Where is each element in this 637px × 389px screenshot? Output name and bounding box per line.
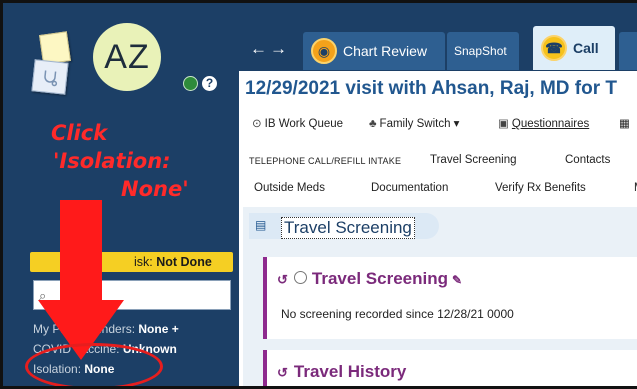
back-forward-arrows[interactable]: ←→ [250,39,290,59]
encounter-main: 12/29/2021 visit with Ahsan, Raj, MD for… [239,71,637,386]
nav-outside-meds[interactable]: Outside Meds [254,182,325,194]
card-status-text: No screening recorded since 12/28/21 000… [281,307,514,321]
activity-tab-bar: ←→ ◉ Chart Review SnapShot ☎ Call [239,3,637,71]
tab-call[interactable]: ☎ Call [533,26,615,70]
checkmark-icon[interactable] [183,76,198,91]
nav-verify-rx-benefits[interactable]: Verify Rx Benefits [495,182,586,194]
reminders-value: None [138,322,169,336]
task-label: isk: [134,255,153,269]
encounter-toolbar: ⊙ IB Work Queue ♣ Family Switch ▾ ▣ Questio… [239,107,637,137]
activity-nav-row: Outside Meds Documentation Verify Rx Ben… [239,177,637,201]
family-switch-icon: ♣ [369,118,377,130]
card-title: Travel Screening [311,269,448,288]
toolbar-label: IB Work Queue [264,118,344,130]
nav-telephone-intake[interactable]: TELEPHONE CALL/REFILL INTAKE [249,156,401,166]
tab-label: SnapShot [454,44,507,58]
family-switch-button[interactable]: ♣ Family Switch ▾ [369,116,459,130]
card-header[interactable]: ↺ Travel History [277,362,406,382]
tab-label: Chart Review [343,43,428,59]
nav-documentation[interactable]: Documentation [371,182,448,194]
instruction-line: None' [121,177,189,201]
travel-screening-content: ▤ Travel Screening ↺ Travel Screening ✎ No… [243,207,637,386]
instruction-line: 'Isolation: [53,149,171,173]
pin-icon[interactable]: ✎ [452,273,462,287]
add-reminder-icon[interactable]: + [172,322,179,336]
work-queue-icon: ⊙ [252,118,262,130]
travel-history-card: ↺ Travel History [263,350,637,386]
chart-review-icon: ◉ [311,38,337,64]
activity-nav-row: TELEPHONE CALL/REFILL INTAKE Travel Scre… [239,149,637,173]
toolbar-label: Questionnaires [511,118,590,130]
tab-snapshot[interactable]: SnapShot [447,32,519,70]
card-title: Travel History [293,362,407,381]
card-header[interactable]: ↺ Travel Screening ✎ [277,269,462,289]
tab-overflow[interactable] [619,32,637,70]
nav-contacts[interactable]: Contacts [565,154,610,166]
radio-button[interactable] [293,271,307,284]
nav-travel-screening[interactable]: Travel Screening [430,154,517,166]
section-title[interactable]: Travel Screening [281,217,415,239]
toolbar-more-icon[interactable]: ▦ [619,116,630,130]
questionnaires-icon: ▣ [498,118,509,130]
app-window: AZ ? Click 'Isolation: None' isk: Not Do… [0,0,637,389]
tab-chart-review[interactable]: ◉ Chart Review [303,32,445,70]
travel-screening-card: ↺ Travel Screening ✎ No screening recorded… [263,257,637,339]
visit-title: 12/29/2021 visit with Ahsan, Raj, MD for… [245,78,618,99]
help-icon[interactable]: ? [202,76,217,91]
tab-label: Call [573,40,599,56]
toolbar-label: Family Switch ▾ [379,118,460,130]
annotation-highlight-circle [25,343,163,386]
instruction-line: Click [51,121,108,145]
questionnaires-button[interactable]: ▣ Questionnaires [498,116,589,130]
stethoscope-note-icon[interactable] [31,59,69,95]
ib-work-queue-button[interactable]: ⊙ IB Work Queue [252,116,343,130]
patient-sidebar: AZ ? Click 'Isolation: None' isk: Not Do… [3,3,239,386]
section-header: ▤ Travel Screening [249,213,439,239]
phone-icon: ☎ [541,35,567,61]
section-icon: ▤ [255,218,267,232]
history-icon: ↺ [277,365,288,380]
annotation-instruction: Click 'Isolation: None' [51,119,201,203]
history-icon: ↺ [277,272,288,287]
patient-avatar[interactable]: AZ [93,23,161,91]
task-value: Not Done [156,255,212,269]
